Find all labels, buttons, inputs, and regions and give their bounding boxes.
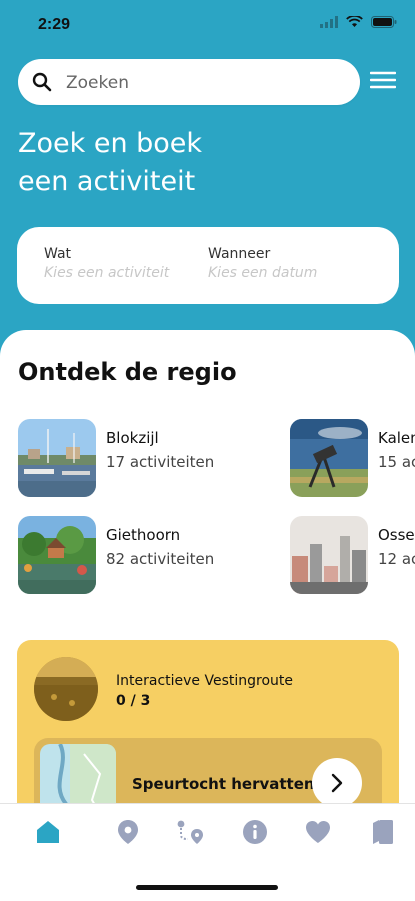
region-photo: [290, 516, 368, 594]
region-photo: [18, 516, 96, 594]
location-pin-icon: [118, 820, 138, 844]
region-name: Osser: [378, 526, 415, 544]
search-input[interactable]: [64, 67, 348, 99]
home-indicator: [136, 885, 278, 890]
region-count: 12 ac: [378, 550, 415, 568]
chevron-right-icon: [331, 773, 343, 793]
region-card-giethoorn[interactable]: Giethoorn 82 activiteiten: [18, 516, 214, 594]
region-count: 17 activiteiten: [106, 453, 215, 471]
region-card-blokzijl[interactable]: Blokzijl 17 activiteiten: [18, 419, 214, 497]
wifi-icon: [346, 16, 363, 27]
home-icon: [37, 821, 59, 843]
discover-title: Ontdek de regio: [18, 358, 237, 386]
booking-search-card: Wat Kies een activiteit Wanneer Kies een…: [17, 227, 399, 304]
region-info: Blokzijl 17 activiteiten: [106, 429, 214, 471]
region-card-ossenzijl[interactable]: Osser 12 ac: [290, 516, 415, 594]
region-info: Kalen 15 ac: [378, 429, 415, 471]
tab-favorites[interactable]: [300, 814, 336, 850]
date-placeholder: Kies een datum: [208, 265, 318, 281]
passport-icon: [373, 820, 393, 844]
route-photo: [34, 657, 98, 721]
region-photo: [18, 419, 96, 497]
heart-icon: [306, 821, 330, 843]
route-title: Interactieve Vestingroute: [116, 673, 294, 689]
info-icon: [243, 820, 267, 844]
tab-locations[interactable]: [110, 814, 146, 850]
activity-placeholder: Kies een activiteit: [44, 265, 170, 281]
date-label: Wanneer: [208, 246, 271, 262]
region-count: 82 activiteiten: [106, 550, 215, 568]
tab-passport[interactable]: [365, 814, 401, 850]
search-icon: [32, 72, 52, 92]
resume-quest-button[interactable]: [312, 758, 362, 808]
region-name: Blokzijl: [106, 429, 159, 447]
battery-icon: [371, 16, 397, 28]
hero-title-line-2: een activiteit: [18, 166, 196, 197]
route-icon: [177, 820, 203, 844]
tab-info[interactable]: [237, 814, 273, 850]
region-card-kalen[interactable]: Kalen 15 ac: [290, 419, 415, 497]
status-icons: [320, 16, 397, 28]
region-info: Osser 12 ac: [378, 526, 415, 568]
tab-home[interactable]: [30, 814, 66, 850]
hamburger-menu-icon[interactable]: [370, 69, 396, 91]
search-bar[interactable]: [18, 59, 360, 105]
region-count: 15 ac: [378, 453, 415, 471]
date-selector[interactable]: Wanneer Kies een datum: [208, 246, 317, 281]
activity-selector[interactable]: Wat Kies een activiteit: [44, 246, 169, 281]
region-info: Giethoorn 82 activiteiten: [106, 526, 214, 568]
signal-icon: [320, 16, 338, 28]
status-bar: 2:29: [0, 0, 415, 50]
status-time: 2:29: [38, 16, 71, 33]
hero-title-line-1: Zoek en boek: [18, 128, 203, 159]
region-name: Kalen: [378, 429, 415, 447]
resume-quest-label: Speurtocht hervatten: [132, 775, 315, 793]
region-photo: [290, 419, 368, 497]
route-progress: 0 / 3: [116, 693, 151, 709]
tab-routes[interactable]: [172, 814, 208, 850]
activity-label: Wat: [44, 246, 72, 262]
region-name: Giethoorn: [106, 526, 181, 544]
hero-title: Zoek en boek een activiteit: [18, 125, 338, 201]
